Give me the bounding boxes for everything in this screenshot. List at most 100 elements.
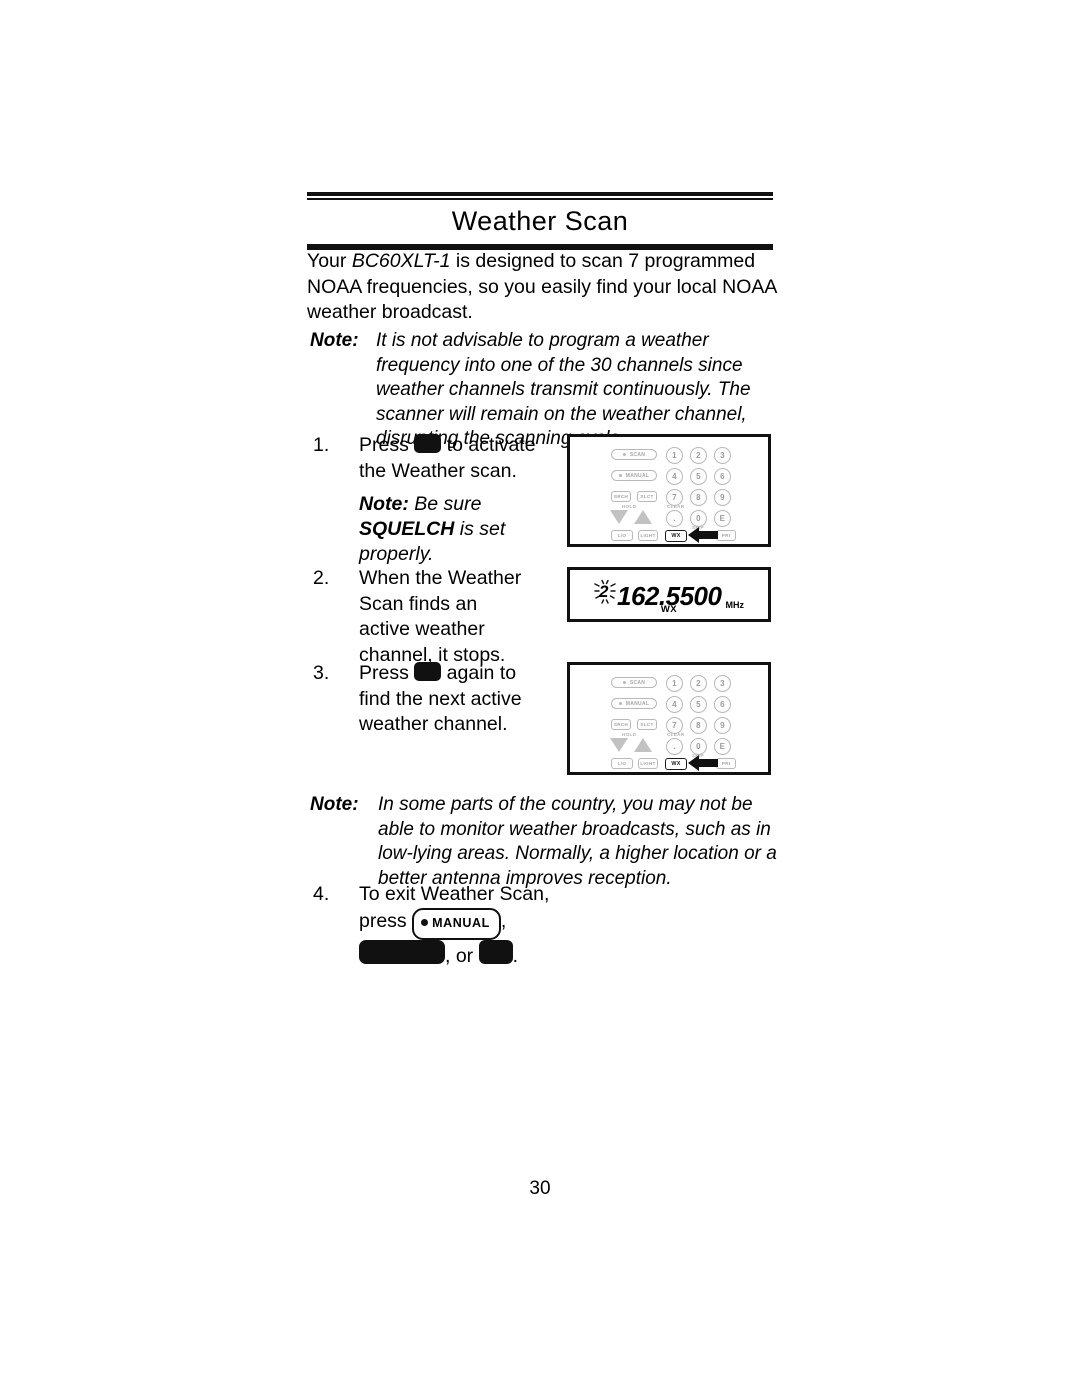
display-mode-wx: WX bbox=[660, 604, 678, 615]
keypad-key-6: 6 bbox=[714, 468, 731, 485]
step-2-number: 2. bbox=[313, 567, 330, 589]
step-3-text-before: Press bbox=[359, 662, 415, 684]
keypad2-key-4: 4 bbox=[666, 696, 683, 713]
keypad2-key-5: 5 bbox=[690, 696, 707, 713]
keypad2-scan-button: SCAN bbox=[611, 677, 657, 688]
keypad2-key-1: 1 bbox=[666, 675, 683, 692]
keypad-light-button: LIGHT bbox=[638, 530, 658, 541]
squelch-note-text-before: Be sure bbox=[408, 493, 482, 515]
keypad2-manual-label: MANUAL bbox=[625, 700, 650, 707]
keypad2-key-6: 6 bbox=[714, 696, 731, 713]
step-2-text: When the Weather Scan finds an active we… bbox=[359, 567, 522, 666]
keypad-up-arrow-button bbox=[634, 510, 652, 524]
keypad2-key-e: E bbox=[714, 738, 731, 755]
manual-led-dot-2 bbox=[618, 702, 622, 705]
keypad-key-8: 8 bbox=[690, 489, 707, 506]
step-3: 3. Press again to find the next active w… bbox=[313, 661, 528, 738]
step-2: 2. When the Weather Scan finds an active… bbox=[313, 566, 528, 668]
keypad-srch-label: SRCH bbox=[613, 494, 629, 499]
keypad2-scan-label: SCAN bbox=[629, 679, 646, 686]
wx-key-glyph bbox=[414, 434, 442, 453]
manual-led-dot bbox=[618, 474, 622, 477]
keypad-key-9: 9 bbox=[714, 489, 731, 506]
title-rule-top-thick bbox=[307, 192, 773, 196]
scan-key-glyph bbox=[359, 940, 445, 964]
keypad2-lockout-label: L/O bbox=[617, 761, 627, 766]
keypad-hold-label: HOLD bbox=[622, 504, 637, 509]
keypad-diagram-1: SCAN MANUAL SRCH SLCT HOLD L/O LIGHT 1 2… bbox=[567, 434, 771, 547]
keypad-pri-button: PRI bbox=[716, 530, 736, 541]
keypad-manual-label: MANUAL bbox=[625, 472, 650, 479]
keypad-key-3: 3 bbox=[714, 447, 731, 464]
step-4-text: To exit Weather Scan, press MANUAL, , or… bbox=[359, 882, 563, 970]
manual-key-led-dot bbox=[421, 918, 429, 926]
document-page: Weather Scan Your BC60XLT-1 is designed … bbox=[0, 0, 1080, 1397]
product-model-name: BC60XLT-1 bbox=[351, 250, 451, 272]
note-label-2: Note: bbox=[310, 794, 359, 815]
step-1: 1. Press to activate the Weather scan. bbox=[313, 433, 543, 484]
note-block-2: Note: In some parts of the country, you … bbox=[310, 793, 788, 891]
flashing-digit: 2 bbox=[599, 582, 609, 601]
keypad-inner-1: SCAN MANUAL SRCH SLCT HOLD L/O LIGHT 1 2… bbox=[570, 437, 768, 544]
keypad2-key-2: 2 bbox=[690, 675, 707, 692]
keypad-wx-button[interactable]: WX bbox=[665, 530, 687, 542]
keypad2-light-button: LIGHT bbox=[638, 758, 658, 769]
keypad2-pri-button: PRI bbox=[716, 758, 736, 769]
keypad2-light-label: LIGHT bbox=[640, 761, 656, 766]
step-4-text-after: , or bbox=[445, 945, 479, 967]
keypad2-wx-button[interactable]: WX bbox=[665, 758, 687, 770]
step-4: 4. To exit Weather Scan, press MANUAL, ,… bbox=[313, 882, 563, 970]
keypad-key-1: 1 bbox=[666, 447, 683, 464]
note-text-2: In some parts of the country, you may no… bbox=[378, 794, 777, 889]
step-1-number: 1. bbox=[313, 434, 330, 456]
pointer-arrow-icon-2 bbox=[688, 755, 718, 771]
keypad2-hold-label: HOLD bbox=[622, 732, 637, 737]
step-3-number: 3. bbox=[313, 662, 330, 684]
lcd-display-diagram: 2 162.5500 MHz WX bbox=[567, 567, 771, 622]
keypad2-wx-label: WX bbox=[671, 761, 681, 767]
keypad-lockout-button: L/O bbox=[611, 530, 633, 541]
squelch-note: Note: Be sure SQUELCH is set properly. bbox=[359, 492, 559, 567]
step-4-text-end: . bbox=[512, 945, 519, 967]
keypad2-pri-label: PRI bbox=[721, 761, 731, 766]
keypad2-srch-button: SRCH bbox=[611, 719, 631, 730]
step-3-text: Press again to find the next active weat… bbox=[359, 661, 528, 738]
keypad2-key-9: 9 bbox=[714, 717, 731, 734]
keypad-down-arrow-button bbox=[610, 510, 628, 524]
wx-key-glyph-3 bbox=[478, 940, 513, 964]
keypad2-srch-label: SRCH bbox=[613, 722, 629, 727]
keypad-key-e: E bbox=[714, 510, 731, 527]
squelch-term: SQUELCH bbox=[359, 518, 455, 540]
keypad-diagram-2: SCAN MANUAL SRCH SLCT HOLD L/O LIGHT 1 2… bbox=[567, 662, 771, 775]
keypad-inner-2: SCAN MANUAL SRCH SLCT HOLD L/O LIGHT 1 2… bbox=[570, 665, 768, 772]
manual-key-glyph: MANUAL bbox=[412, 907, 501, 940]
keypad2-slct-label: SLCT bbox=[640, 722, 654, 727]
keypad-key-5: 5 bbox=[690, 468, 707, 485]
keypad-scan-button: SCAN bbox=[611, 449, 657, 460]
keypad2-key-dot: . bbox=[666, 738, 683, 755]
keypad2-key-8: 8 bbox=[690, 717, 707, 734]
manual-key-label: MANUAL bbox=[432, 915, 490, 930]
keypad2-key-3: 3 bbox=[714, 675, 731, 692]
keypad2-slct-button: SLCT bbox=[637, 719, 657, 730]
page-title-block: Weather Scan bbox=[307, 192, 773, 250]
step-1-text: Press to activate the Weather scan. bbox=[359, 433, 543, 484]
keypad-manual-button: MANUAL bbox=[611, 470, 657, 481]
keypad-key-2: 2 bbox=[690, 447, 707, 464]
keypad-wx-label: WX bbox=[671, 533, 681, 539]
wx-key-glyph-2 bbox=[414, 662, 442, 681]
intro-paragraph: Your BC60XLT-1 is designed to scan 7 pro… bbox=[307, 249, 777, 326]
keypad-srch-button: SRCH bbox=[611, 491, 631, 502]
step-4-number: 4. bbox=[313, 883, 330, 905]
scan-led-dot bbox=[622, 453, 626, 456]
page-number: 30 bbox=[529, 1178, 551, 1199]
keypad-pri-label: PRI bbox=[721, 533, 731, 538]
keypad-scan-label: SCAN bbox=[629, 451, 646, 458]
keypad-light-label: LIGHT bbox=[640, 533, 656, 538]
keypad2-clear-label: CLEAR bbox=[667, 732, 685, 737]
flashing-channel-indicator: 2 bbox=[594, 579, 616, 605]
squelch-note-label: Note: bbox=[359, 493, 409, 515]
keypad2-lockout-button: L/O bbox=[611, 758, 633, 769]
scan-led-dot-2 bbox=[622, 681, 626, 684]
keypad-key-4: 4 bbox=[666, 468, 683, 485]
